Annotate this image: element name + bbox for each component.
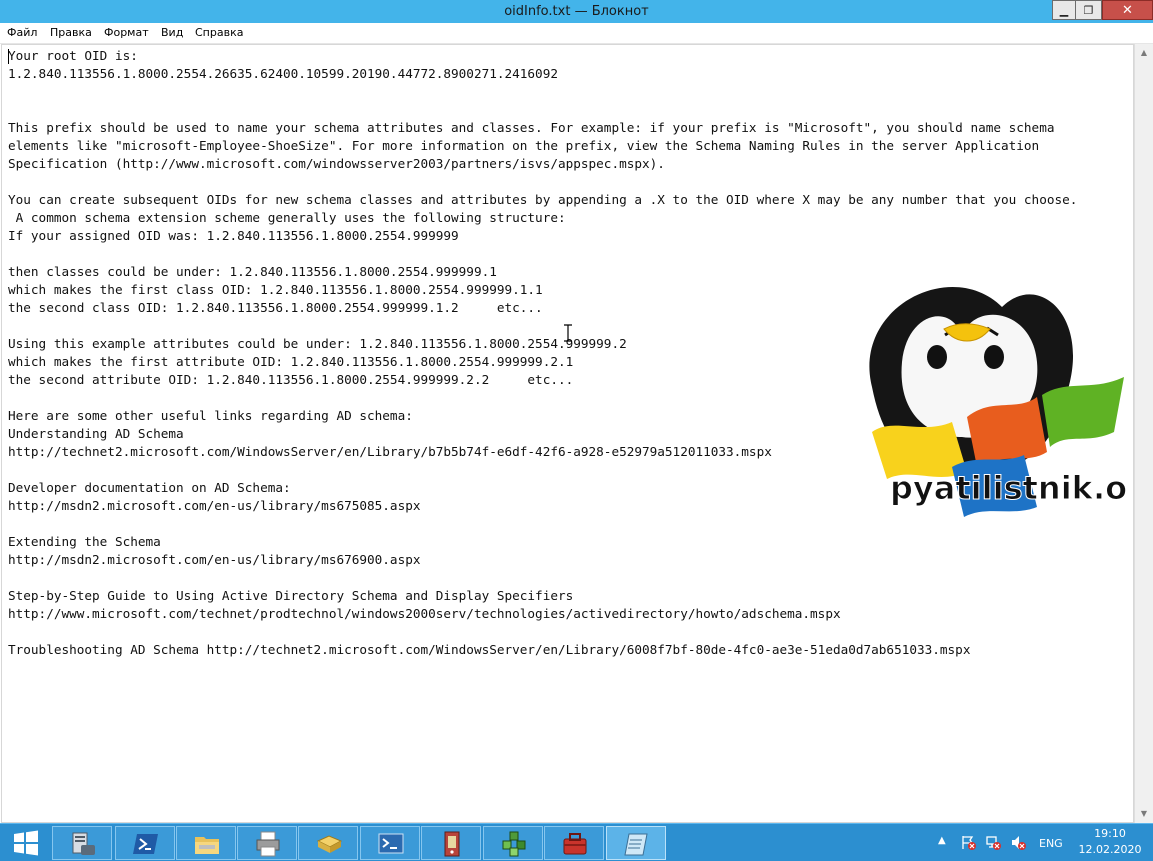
taskbar-file-explorer[interactable] [176,826,236,860]
taskbar-command-prompt[interactable] [360,826,420,860]
menu-help[interactable]: Справка [195,25,243,41]
printer-icon [256,831,280,857]
title-bar[interactable]: oidInfo.txt — Блокнот ▁ ❐ ✕ [0,0,1153,23]
clock-date[interactable]: 12.02.2020 [1078,843,1142,856]
folder-icon [195,837,219,854]
taskbar-component-services[interactable] [483,826,543,860]
minimize-button[interactable]: ▁ [1052,0,1076,20]
clock-time[interactable]: 19:10 [1080,827,1140,840]
server-manager-icon [72,832,95,855]
taskbar-toolbox[interactable] [544,826,604,860]
taskbar-file-cabinet[interactable] [298,826,358,860]
menu-file[interactable]: Файл [7,25,37,41]
vertical-scrollbar[interactable]: ▲ ▼ [1134,44,1153,823]
text-editor[interactable]: Your root OID is: 1.2.840.113556.1.8000.… [1,44,1134,823]
powershell-icon [133,834,158,854]
menu-view[interactable]: Вид [161,25,183,41]
start-button[interactable] [0,826,52,860]
taskbar: ▲ ENG 19:10 12.02.2020 [0,823,1153,861]
language-indicator[interactable]: ENG [1039,837,1063,850]
notepad-icon [624,833,648,856]
maximize-button[interactable]: ❐ [1076,0,1102,20]
cubes-icon [502,831,526,857]
menu-edit[interactable]: Правка [50,25,92,41]
taskbar-server-manager[interactable] [52,826,112,860]
menu-bar: Файл Правка Формат Вид Справка [0,23,1153,44]
taskbar-powershell[interactable] [115,826,175,860]
scroll-down-arrow-icon[interactable]: ▼ [1135,805,1153,823]
taskbar-registry[interactable] [421,826,481,860]
toolbox-icon [563,833,587,855]
registry-icon [444,831,460,857]
drawer-icon [316,835,343,853]
ibeam-cursor-icon [564,324,572,342]
volume-muted-icon[interactable] [1010,834,1027,851]
tray-overflow-chevron-icon[interactable]: ▲ [938,835,946,846]
menu-format[interactable]: Формат [104,25,149,41]
action-center-flag-icon[interactable] [960,834,977,851]
taskbar-printer[interactable] [237,826,297,860]
scroll-up-arrow-icon[interactable]: ▲ [1135,44,1153,62]
window-title: oidInfo.txt — Блокнот [504,4,649,19]
close-button[interactable]: ✕ [1102,0,1153,20]
text-caret [8,49,9,64]
terminal-icon [378,833,404,854]
windows-logo-icon [14,830,38,856]
taskbar-notepad[interactable] [606,826,666,860]
watermark-text: pyatilistnik.org [890,469,1127,507]
notepad-window: oidInfo.txt — Блокнот ▁ ❐ ✕ Файл Правка … [0,0,1153,823]
penguin-watermark-logo: pyatilistnik.org [869,286,1127,517]
network-icon[interactable] [985,834,1002,851]
